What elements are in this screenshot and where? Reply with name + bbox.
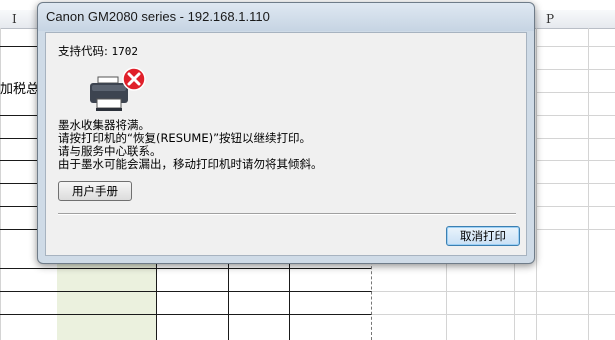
dialog-titlebar[interactable]: Canon GM2080 series - 192.168.1.110 (38, 3, 534, 31)
grid-line (0, 160, 37, 161)
support-code-label: 支持代码: (58, 44, 108, 58)
grid-line (536, 138, 615, 139)
grid-line (0, 46, 37, 47)
printer-status-dialog: Canon GM2080 series - 192.168.1.110 支持代码… (37, 2, 535, 264)
error-message: 墨水收集器将满。 请按打印机的“恢复(RESUME)”按钮以继续打印。 请与服务… (58, 119, 323, 171)
grid-line (536, 69, 615, 70)
grid-line (0, 291, 372, 292)
dialog-title: Canon GM2080 series - 192.168.1.110 (46, 9, 270, 24)
grid-line (0, 138, 37, 139)
grid-line (0, 206, 37, 207)
column-header-p[interactable]: P (546, 12, 554, 26)
grid-line (372, 314, 615, 315)
cell-text[interactable]: 加税总 (0, 78, 39, 97)
grid-line (536, 206, 615, 207)
grid-line (536, 28, 537, 340)
grid-line (0, 229, 37, 230)
grid-line (588, 28, 589, 340)
grid-line (446, 264, 447, 340)
grid-line (536, 229, 615, 230)
grid-line (536, 183, 615, 184)
grid-line (0, 183, 37, 184)
grid-line (0, 268, 372, 269)
grid-line (536, 92, 615, 93)
cancel-printing-button[interactable]: 取消打印 (446, 226, 520, 246)
dialog-separator (58, 213, 516, 215)
support-code: 支持代码: 1702 (58, 43, 138, 59)
user-manual-button[interactable]: 用户手册 (58, 181, 132, 201)
grid-line (536, 115, 615, 116)
grid-line (0, 115, 37, 116)
printer-error-icon (90, 67, 146, 111)
support-code-value: 1702 (111, 45, 139, 58)
column-header-i[interactable]: I (12, 12, 17, 26)
grid-line (0, 28, 1, 340)
message-line: 由于墨水可能会漏出，移动打印机时请勿将其倾斜。 (58, 157, 323, 171)
grid-line (372, 291, 615, 292)
grid-line (536, 160, 615, 161)
grid-line (514, 264, 515, 340)
grid-line (536, 46, 615, 47)
dialog-body: 支持代码: 1702 墨水收集器将满。 请按打印机的“恢复(RESUME)”按钮… (45, 32, 527, 256)
grid-line (0, 314, 372, 315)
